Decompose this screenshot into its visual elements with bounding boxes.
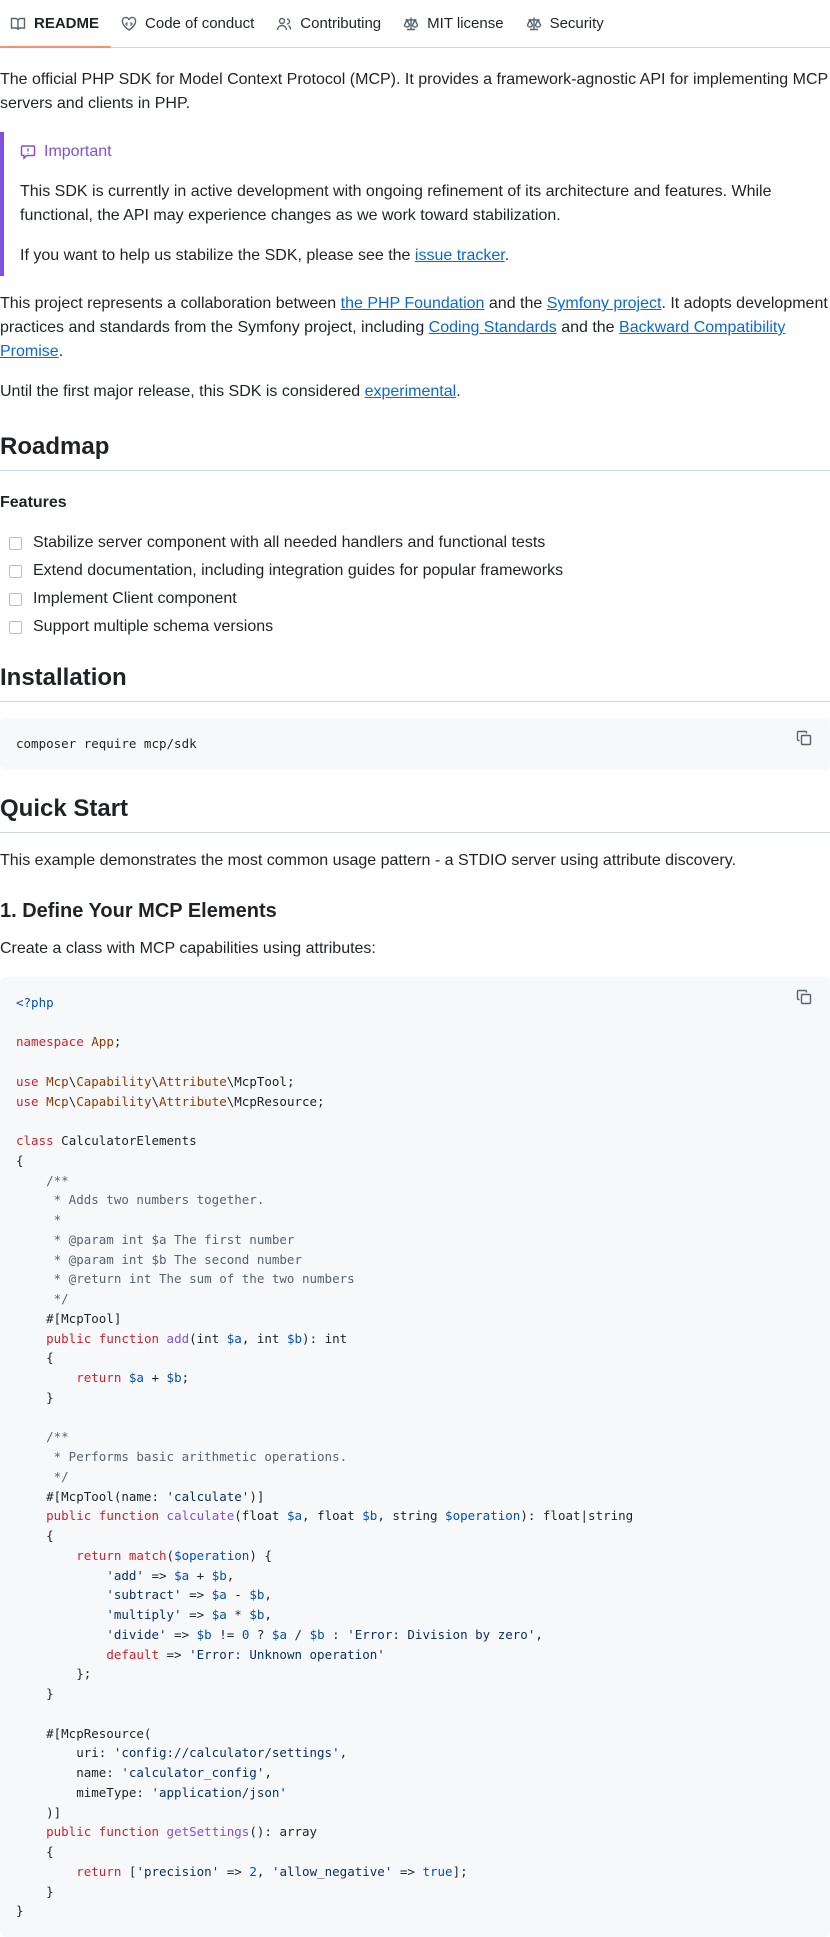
collab-text: This project represents a collaboration … xyxy=(0,295,341,312)
copy-icon xyxy=(796,989,812,1004)
law-icon xyxy=(526,17,541,30)
important-alert: Important This SDK is currently in activ… xyxy=(0,132,830,276)
law-icon xyxy=(403,17,419,30)
intro-paragraph: The official PHP SDK for Model Context P… xyxy=(0,71,828,112)
tab-mit-license[interactable]: MIT license xyxy=(393,0,515,47)
php-code: <?php namespace App; use Mcp\Capability\… xyxy=(16,994,634,1919)
copy-button[interactable] xyxy=(796,989,814,1007)
alert-help-post: . xyxy=(504,247,510,264)
task-checkbox[interactable] xyxy=(9,564,22,578)
php-foundation-link[interactable]: the PHP Foundation xyxy=(341,295,485,312)
php-open-tag: <?php xyxy=(16,994,54,1010)
alert-text: This SDK is currently in active developm… xyxy=(20,183,772,224)
step1-text: Create a class with MCP capabilities usi… xyxy=(0,939,376,957)
class-name: CalculatorElements xyxy=(61,1133,197,1148)
experimental-text: Until the first major release, this SDK … xyxy=(0,383,365,400)
people-icon xyxy=(277,17,292,30)
tab-security[interactable]: Security xyxy=(516,0,616,47)
tab-contributing[interactable]: Contributing xyxy=(266,0,393,47)
roadmap-heading: Roadmap xyxy=(0,432,830,471)
book-icon xyxy=(10,17,26,30)
step1-heading: 1. Define Your MCP Elements xyxy=(0,899,277,922)
quick-start-heading: Quick Start xyxy=(0,794,830,833)
experimental-paragraph: Until the first major release, this SDK … xyxy=(0,380,830,404)
features-heading: Features xyxy=(0,494,67,511)
alert-title: Important xyxy=(20,140,830,164)
quick-start-text: This example demonstrates the most commo… xyxy=(0,851,737,869)
heart-code-icon xyxy=(121,16,137,31)
tab-label: README xyxy=(34,15,100,32)
tab-label: Security xyxy=(549,15,604,32)
task-item: Implement Client component xyxy=(0,587,830,611)
collab-text: . xyxy=(58,343,64,360)
readme-content: The official PHP SDK for Model Context P… xyxy=(0,68,830,1937)
task-checkbox[interactable] xyxy=(9,536,22,550)
tab-label: Code of conduct xyxy=(145,15,255,32)
issue-tracker-link[interactable]: issue tracker xyxy=(415,247,505,264)
alert-title-text: Important xyxy=(44,143,112,160)
namespace-name: App xyxy=(91,1034,114,1050)
task-item: Stabilize server component with all need… xyxy=(0,531,830,555)
task-label: Extend documentation, including integrat… xyxy=(33,562,564,579)
tab-code-of-conduct[interactable]: Code of conduct xyxy=(111,0,266,47)
task-item: Extend documentation, including integrat… xyxy=(0,559,830,583)
collab-text: and the xyxy=(484,295,547,312)
task-label: Support multiple schema versions xyxy=(33,618,274,635)
task-item: Support multiple schema versions xyxy=(0,615,830,639)
report-icon xyxy=(20,145,36,160)
task-checkbox[interactable] xyxy=(9,620,22,634)
experimental-link[interactable]: experimental xyxy=(365,383,457,400)
copy-icon xyxy=(796,730,812,746)
namespace-keyword: namespace xyxy=(16,1034,84,1050)
alert-help-text: If you want to help us stabilize the SDK… xyxy=(20,244,830,268)
task-label: Stabilize server component with all need… xyxy=(33,534,546,551)
collab-text: and the xyxy=(556,319,620,336)
coding-standards-link[interactable]: Coding Standards xyxy=(429,319,557,336)
task-checkbox[interactable] xyxy=(9,592,22,606)
tab-readme[interactable]: README xyxy=(0,0,112,48)
collaboration-paragraph: This project represents a collaboration … xyxy=(0,292,830,364)
install-command: composer require mcp/sdk xyxy=(16,736,197,751)
task-label: Implement Client component xyxy=(33,590,237,607)
tab-label: Contributing xyxy=(300,15,382,32)
task-list: Stabilize server component with all need… xyxy=(0,531,830,639)
php-code-block: <?php namespace App; use Mcp\Capability\… xyxy=(0,976,830,1937)
alert-help-pre: If you want to help us stabilize the SDK… xyxy=(20,247,415,264)
copy-button[interactable] xyxy=(796,730,814,748)
installation-heading: Installation xyxy=(0,663,830,702)
readme-tabs: README Code of conduct Contributing MIT … xyxy=(0,0,830,48)
experimental-text: . xyxy=(456,383,461,400)
tab-label: MIT license xyxy=(427,15,504,32)
symfony-project-link[interactable]: Symfony project xyxy=(547,295,662,312)
install-code-block: composer require mcp/sdk xyxy=(0,718,830,770)
